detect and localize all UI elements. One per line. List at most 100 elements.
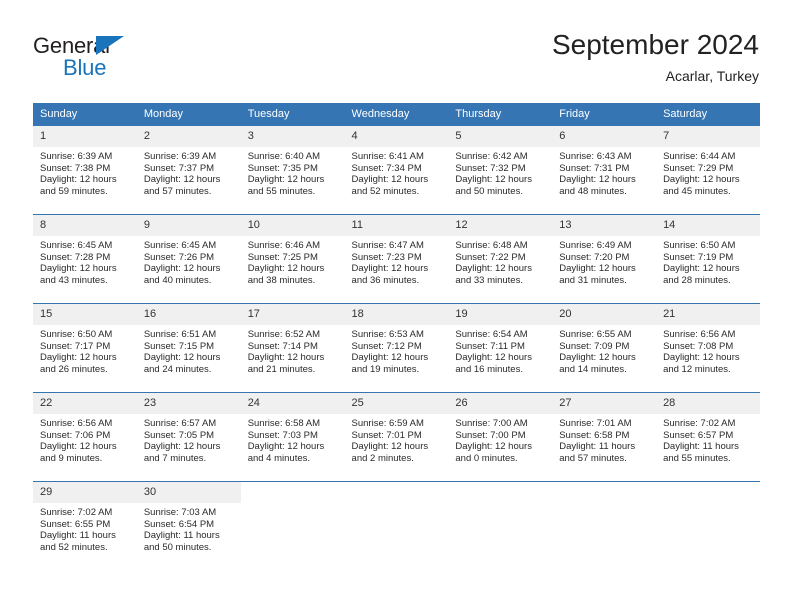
sunset-text: Sunset: 6:55 PM: [40, 518, 111, 530]
calendar-day-cell[interactable]: 5 Sunrise: 6:42 AM Sunset: 7:32 PM Daylight…: [448, 125, 553, 215]
daylight-text: Daylight: 12 hours: [143, 263, 221, 275]
calendar-day-cell[interactable]: 15 Sunrise: 6:50 AM Sunset: 7:17 PM Dayligh…: [33, 303, 137, 393]
weekday-header: Sunday Monday Tuesday Wednesday Thursday Frid…: [33, 103, 760, 126]
calendar-day-cell[interactable]: 27 Sunrise: 7:01 AM Sunset: 6:58 PM Dayligh…: [552, 392, 657, 482]
sunrise-text: Sunrise: 6:56 AM: [40, 418, 113, 429]
calendar-day-cell[interactable]: 12 Sunrise: 6:48 AM Sunset: 7:22 PM Dayligh…: [448, 214, 553, 304]
calendar-day-cell[interactable]: 11 Sunrise: 6:47 AM Sunset: 7:23 PM Dayligh…: [344, 214, 449, 304]
calendar-day-cell[interactable]: 10 Sunrise: 6:46 AM Sunset: 7:25 PM Dayligh…: [240, 214, 345, 304]
sunset-text: Sunset: 7:19 PM: [663, 251, 734, 263]
calendar-day-cell[interactable]: 20 Sunrise: 6:55 AM Sunset: 7:09 PM Dayligh…: [552, 303, 657, 393]
day-cell-inner: 21 Sunrise: 6:56 AM Sunset: 7:08 PM Dayligh…: [656, 304, 760, 392]
calendar-day-cell[interactable]: 21 Sunrise: 6:56 AM Sunset: 7:08 PM Dayligh…: [656, 303, 760, 393]
day-details: Sunrise: 6:44 AM Sunset: 7:29 PM Daylight:…: [656, 147, 760, 197]
day-cell-inner: 25 Sunrise: 6:59 AM Sunset: 7:01 PM Dayligh…: [344, 393, 449, 481]
daylight-text: and 36 minutes.: [351, 274, 420, 286]
day-number: 12: [448, 215, 553, 236]
calendar-day-cell[interactable]: 25 Sunrise: 6:59 AM Sunset: 7:01 PM Dayligh…: [344, 392, 449, 482]
calendar-week-row: 29 Sunrise: 7:02 AM Sunset: 6:55 PM Dayligh…: [33, 481, 760, 570]
sunrise-text: Sunrise: 6:41 AM: [351, 151, 424, 162]
daylight-text: and 0 minutes.: [455, 452, 518, 464]
calendar-day-cell[interactable]: 29 Sunrise: 7:02 AM Sunset: 6:55 PM Dayligh…: [33, 481, 137, 570]
sunrise-text: Sunrise: 6:53 AM: [351, 329, 424, 340]
sunrise-text: Sunrise: 6:48 AM: [455, 240, 528, 251]
day-cell-inner: 22 Sunrise: 6:56 AM Sunset: 7:06 PM Dayligh…: [33, 393, 137, 481]
sunset-text: Sunset: 7:28 PM: [40, 251, 111, 263]
sunrise-text: Sunrise: 6:45 AM: [40, 240, 113, 251]
calendar-week-row: 1 Sunrise: 6:39 AM Sunset: 7:38 PM Daylight…: [33, 125, 760, 215]
day-details: Sunrise: 6:41 AM Sunset: 7:34 PM Daylight:…: [345, 147, 449, 197]
calendar-day-cell[interactable]: 9 Sunrise: 6:45 AM Sunset: 7:26 PM Daylight…: [136, 214, 241, 304]
calendar-day-cell[interactable]: 6 Sunrise: 6:43 AM Sunset: 7:31 PM Daylight…: [552, 125, 657, 215]
day-details: Sunrise: 6:45 AM Sunset: 7:26 PM Daylight:…: [137, 236, 241, 286]
daylight-text: and 21 minutes.: [247, 363, 316, 375]
calendar-day-cell[interactable]: 18 Sunrise: 6:53 AM Sunset: 7:12 PM Dayligh…: [344, 303, 449, 393]
daylight-text: and 2 minutes.: [351, 452, 414, 464]
day-details: Sunrise: 6:48 AM Sunset: 7:22 PM Daylight:…: [448, 236, 552, 286]
calendar-day-cell[interactable]: 28 Sunrise: 7:02 AM Sunset: 6:57 PM Dayligh…: [656, 392, 760, 482]
calendar-body: 1 Sunrise: 6:39 AM Sunset: 7:38 PM Daylight…: [33, 125, 760, 570]
page-subtitle: Acarlar, Turkey: [665, 68, 759, 84]
calendar-day-cell[interactable]: 1 Sunrise: 6:39 AM Sunset: 7:38 PM Daylight…: [33, 125, 137, 215]
day-number: 29: [33, 482, 137, 503]
daylight-text: Daylight: 11 hours: [559, 441, 636, 453]
calendar-day-cell[interactable]: 17 Sunrise: 6:52 AM Sunset: 7:14 PM Dayligh…: [240, 303, 345, 393]
logo-text-blue: Blue: [63, 55, 107, 80]
calendar-day-cell[interactable]: 7 Sunrise: 6:44 AM Sunset: 7:29 PM Daylight…: [656, 125, 760, 215]
sunrise-text: Sunrise: 6:57 AM: [143, 418, 217, 429]
day-cell-inner: 1 Sunrise: 6:39 AM Sunset: 7:38 PM Daylight…: [33, 126, 137, 214]
calendar-day-cell[interactable]: 2 Sunrise: 6:39 AM Sunset: 7:37 PM Daylight…: [136, 125, 241, 215]
day-number: 14: [656, 215, 760, 236]
daylight-text: and 40 minutes.: [143, 274, 212, 286]
daylight-text: Daylight: 12 hours: [663, 352, 740, 364]
calendar-day-cell[interactable]: 24 Sunrise: 6:58 AM Sunset: 7:03 PM Dayligh…: [240, 392, 345, 482]
day-cell-inner: 14 Sunrise: 6:50 AM Sunset: 7:19 PM Dayligh…: [656, 215, 760, 303]
daylight-text: Daylight: 12 hours: [247, 441, 325, 453]
day-details: Sunrise: 6:57 AM Sunset: 7:05 PM Daylight:…: [137, 414, 241, 464]
day-number: [241, 482, 345, 503]
calendar-day-cell[interactable]: 14 Sunrise: 6:50 AM Sunset: 7:19 PM Dayligh…: [656, 214, 760, 304]
daylight-text: and 19 minutes.: [351, 363, 420, 375]
calendar-day-cell[interactable]: 22 Sunrise: 6:56 AM Sunset: 7:06 PM Dayligh…: [33, 392, 137, 482]
calendar-day-cell[interactable]: 23 Sunrise: 6:57 AM Sunset: 7:05 PM Dayligh…: [136, 392, 241, 482]
calendar-day-cell[interactable]: 26 Sunrise: 7:00 AM Sunset: 7:00 PM Dayligh…: [448, 392, 553, 482]
daylight-text: Daylight: 12 hours: [559, 263, 636, 275]
calendar-week-row: 15 Sunrise: 6:50 AM Sunset: 7:17 PM Dayligh…: [33, 303, 760, 393]
day-number: 30: [136, 482, 241, 503]
general-blue-logo[interactable]: General Blue: [33, 33, 183, 81]
daylight-text: Daylight: 12 hours: [559, 352, 636, 364]
sunrise-text: Sunrise: 7:01 AM: [559, 418, 632, 429]
sunrise-text: Sunrise: 6:58 AM: [247, 418, 321, 429]
day-cell-inner: 11 Sunrise: 6:47 AM Sunset: 7:23 PM Dayligh…: [344, 215, 449, 303]
day-cell-inner: 26 Sunrise: 7:00 AM Sunset: 7:00 PM Dayligh…: [448, 393, 553, 481]
sunset-text: Sunset: 7:15 PM: [143, 340, 215, 352]
calendar-day-cell[interactable]: 19 Sunrise: 6:54 AM Sunset: 7:11 PM Dayligh…: [448, 303, 553, 393]
calendar-day-cell[interactable]: 3 Sunrise: 6:40 AM Sunset: 7:35 PM Daylight…: [240, 125, 345, 215]
calendar-day-cell[interactable]: 8 Sunrise: 6:45 AM Sunset: 7:28 PM Daylight…: [33, 214, 137, 304]
calendar-day-cell[interactable]: 16 Sunrise: 6:51 AM Sunset: 7:15 PM Dayligh…: [136, 303, 241, 393]
day-number: 22: [33, 393, 137, 414]
daylight-text: and 50 minutes.: [455, 185, 523, 197]
calendar-day-cell[interactable]: 4 Sunrise: 6:41 AM Sunset: 7:34 PM Daylight…: [344, 125, 449, 215]
sunset-text: Sunset: 7:08 PM: [663, 340, 734, 352]
calendar-page: General Blue September 2024 Acarlar, Tur…: [0, 0, 792, 612]
calendar-day-cell[interactable]: 13 Sunrise: 6:49 AM Sunset: 7:20 PM Dayligh…: [552, 214, 657, 304]
page-header: General Blue September 2024 Acarlar, Tur…: [0, 0, 792, 96]
day-cell-inner: 28 Sunrise: 7:02 AM Sunset: 6:57 PM Dayligh…: [656, 393, 760, 481]
daylight-text: and 55 minutes.: [247, 185, 316, 197]
sunrise-text: Sunrise: 6:45 AM: [143, 240, 217, 251]
sunset-text: Sunset: 7:37 PM: [143, 162, 215, 174]
daylight-text: and 45 minutes.: [663, 185, 731, 197]
sunrise-text: Sunrise: 6:44 AM: [663, 151, 736, 162]
daylight-text: Daylight: 12 hours: [663, 263, 740, 275]
logo-top-row: General: [33, 33, 183, 59]
day-cell-inner: 9 Sunrise: 6:45 AM Sunset: 7:26 PM Daylight…: [136, 215, 241, 303]
daylight-text: and 55 minutes.: [663, 452, 731, 464]
sunrise-text: Sunrise: 6:55 AM: [559, 329, 632, 340]
daylight-text: Daylight: 11 hours: [143, 530, 220, 542]
sunrise-text: Sunrise: 6:39 AM: [40, 151, 113, 162]
calendar-empty-cell: [448, 481, 553, 570]
day-details: Sunrise: 6:58 AM Sunset: 7:03 PM Daylight:…: [241, 414, 345, 464]
calendar-day-cell[interactable]: 30 Sunrise: 7:03 AM Sunset: 6:54 PM Dayligh…: [136, 481, 241, 570]
day-cell-inner: 16 Sunrise: 6:51 AM Sunset: 7:15 PM Dayligh…: [136, 304, 241, 392]
